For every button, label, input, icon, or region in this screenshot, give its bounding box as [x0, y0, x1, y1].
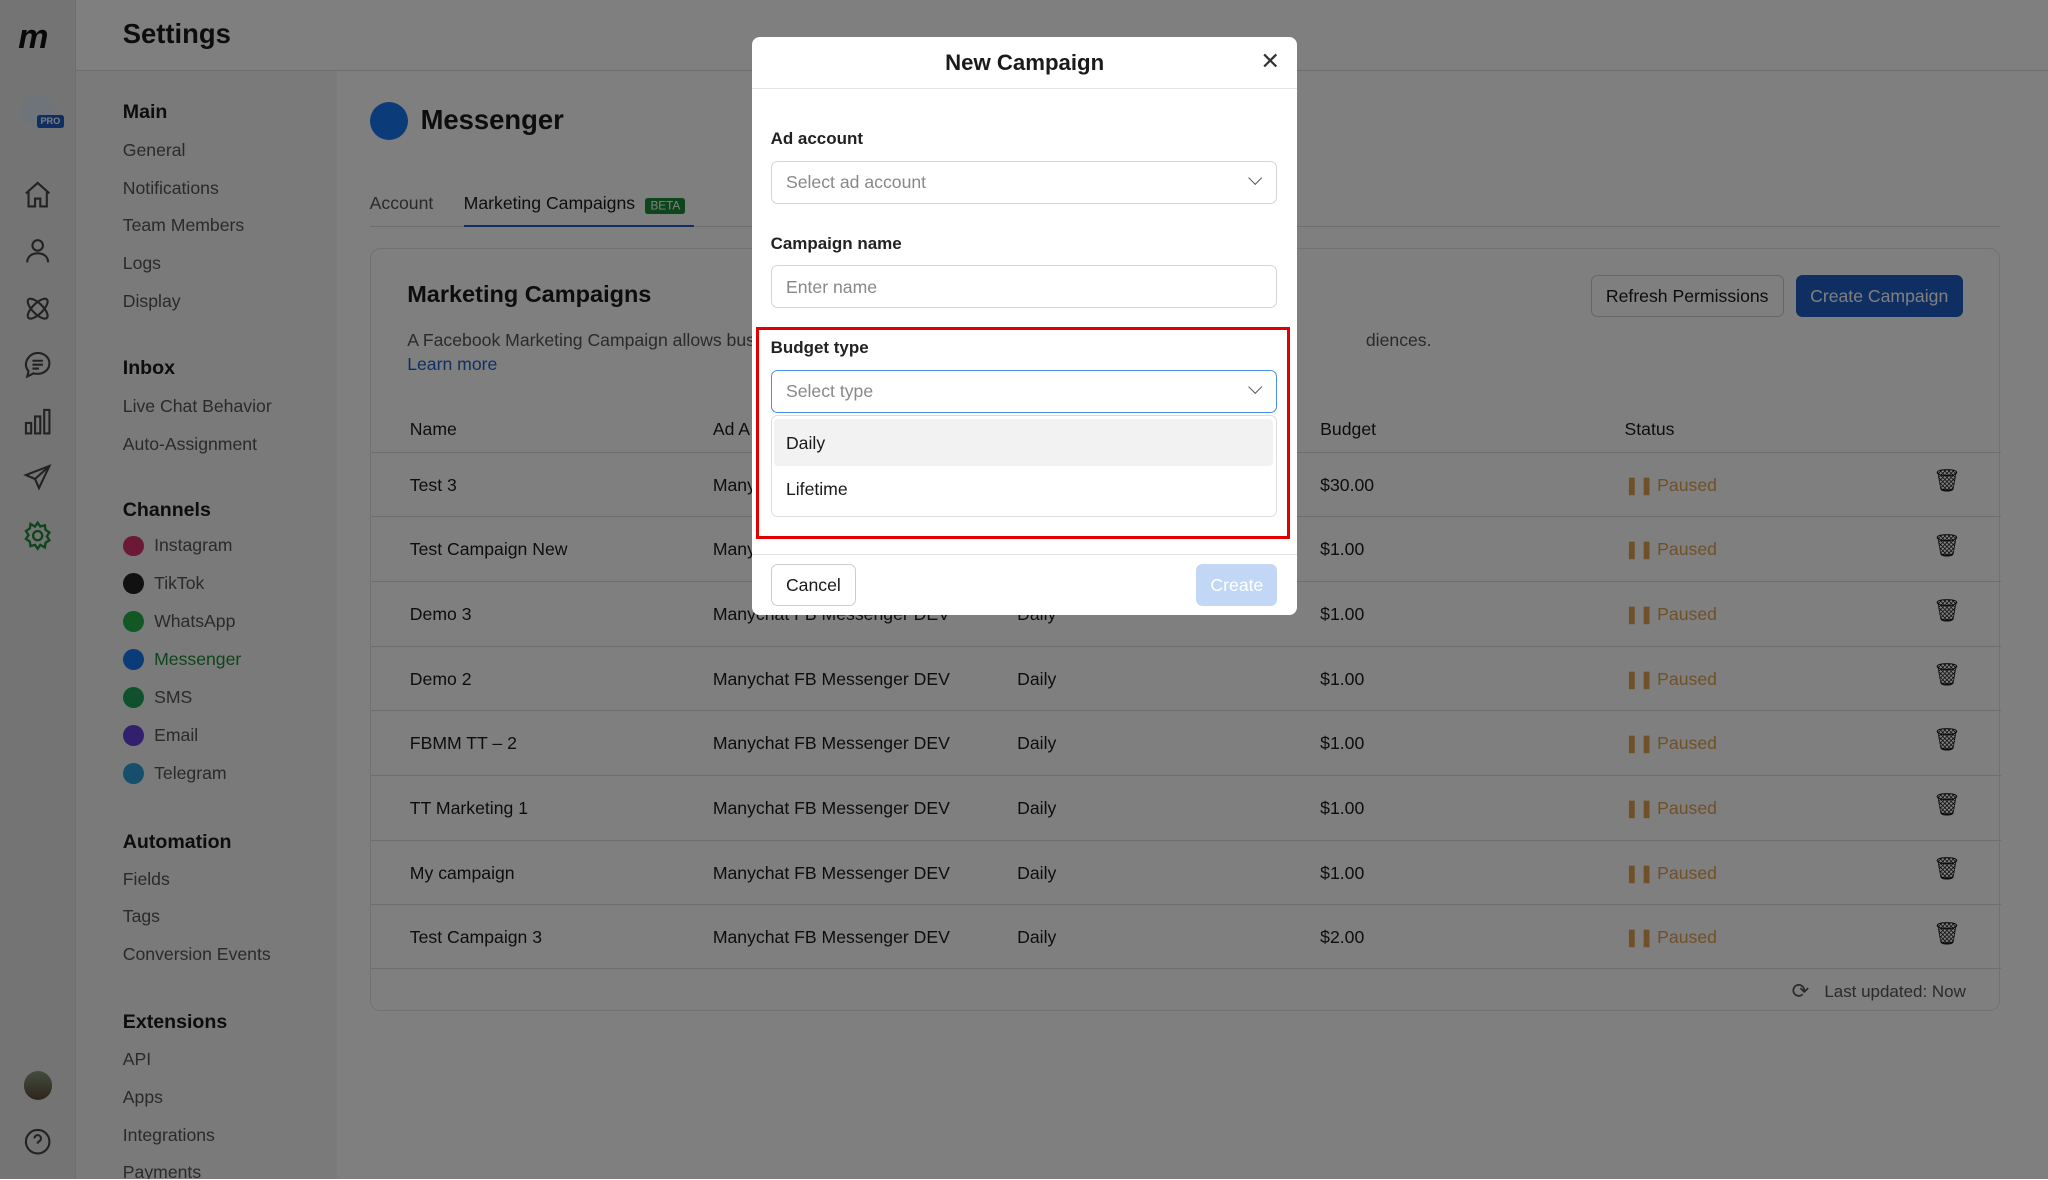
- close-icon[interactable]: ✕: [1260, 47, 1280, 75]
- cancel-button[interactable]: Cancel: [771, 564, 857, 606]
- ad-account-select[interactable]: Select ad account: [771, 161, 1278, 204]
- placeholder: Enter name: [786, 277, 877, 297]
- chevron-down-icon: [1248, 171, 1263, 186]
- campaign-name-input[interactable]: Enter name: [771, 265, 1278, 308]
- placeholder: Select ad account: [786, 172, 926, 192]
- create-button[interactable]: Create: [1196, 564, 1277, 606]
- campaign-name-label: Campaign name: [771, 234, 902, 254]
- modal-title: New Campaign: [752, 50, 1297, 76]
- highlight-box: [756, 327, 1290, 540]
- ad-account-label: Ad account: [771, 129, 863, 149]
